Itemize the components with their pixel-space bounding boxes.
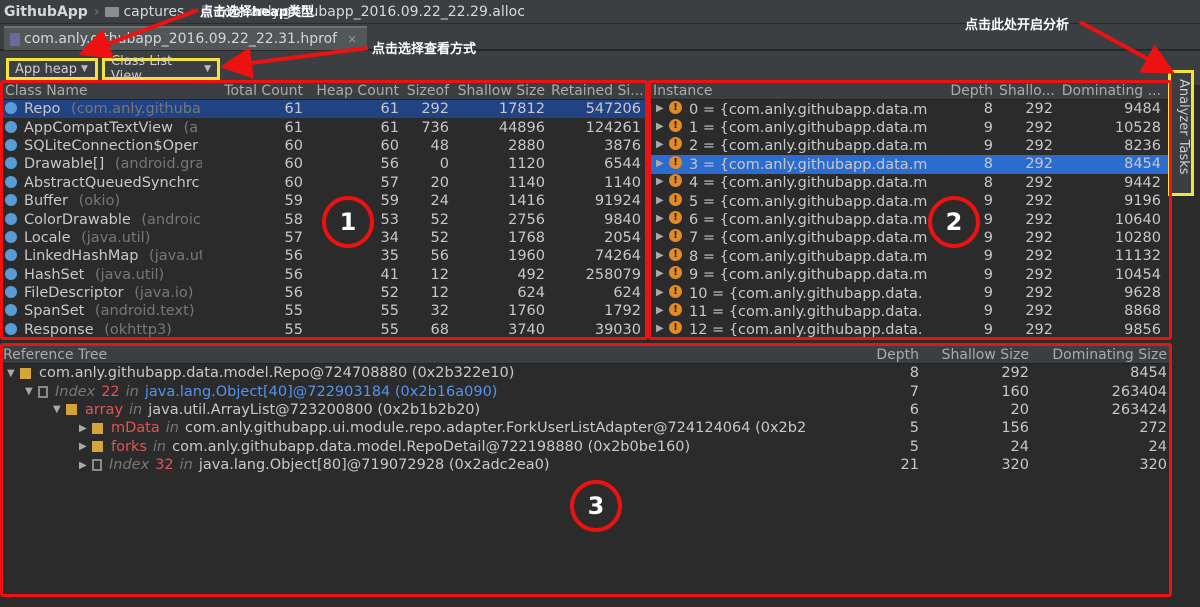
annotation-arrows [78,8,1176,79]
arrow-start-analysis [1079,20,1176,74]
arrow-heap-type [78,8,199,59]
arrow-view-mode [220,46,369,79]
